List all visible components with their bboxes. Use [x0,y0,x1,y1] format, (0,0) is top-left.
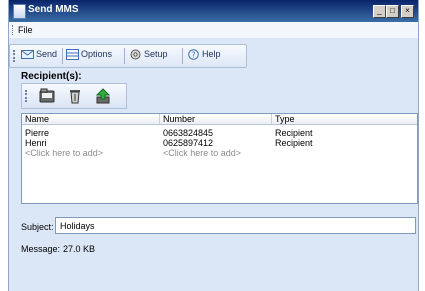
trash-icon[interactable] [66,87,84,105]
column-header-type[interactable]: Type [272,114,417,125]
toolbar-separator [124,48,125,64]
help-button[interactable]: ? Help [187,49,221,63]
recipients-heading: Recipient(s): [21,71,82,82]
subject-input[interactable] [55,217,416,234]
svg-text:?: ? [191,51,195,60]
help-label: Help [202,49,221,59]
import-arrow-icon[interactable] [94,87,112,105]
recipient-type: Recipient [275,138,313,148]
column-header-name[interactable]: Name [22,114,160,125]
maximize-button[interactable]: □ [386,5,399,18]
toolbar-grip[interactable] [13,50,17,62]
setup-label: Setup [144,49,168,59]
recipient-name: Pierre [25,128,50,138]
send-button[interactable]: Send [21,49,57,63]
menu-file[interactable]: File [18,25,33,35]
send-envelope-icon [21,50,34,60]
send-label: Send [36,49,58,59]
title-bar[interactable]: Send MMS _ □ × [9,0,418,22]
recipient-number: 0625897412 [163,138,214,148]
menu-grip[interactable] [12,25,15,35]
setup-gear-icon [130,49,141,60]
column-header-number[interactable]: Number [160,114,272,125]
recipient-list[interactable]: Name Number Type Pierre 0663824845 Recip… [21,113,418,204]
recipient-toolbar [21,83,127,109]
main-toolbar: Send Options Setup ? Help [9,44,247,68]
recipient-toolbar-grip[interactable] [25,90,29,102]
minimize-button[interactable]: _ [373,5,386,18]
close-button[interactable]: × [401,5,414,18]
add-name-placeholder[interactable]: <Click here to add> [25,148,103,158]
recipient-name: Henri [25,138,47,148]
app-icon [13,4,26,19]
options-grid-icon [66,49,79,61]
toolbar-separator [62,48,63,64]
phonebook-icon[interactable] [38,87,56,105]
subject-label: Subject: [21,222,54,232]
options-button[interactable]: Options [66,49,112,63]
message-label: Message: [21,244,61,254]
window-title: Send MMS [28,4,79,15]
help-question-icon: ? [188,49,199,60]
options-label: Options [81,49,113,59]
toolbar-separator [182,48,183,64]
send-mms-window: Send MMS _ □ × File Send Options Setup ?… [8,0,419,291]
menu-bar: File [9,22,418,38]
message-size: 27.0 KB [63,244,96,254]
add-number-placeholder[interactable]: <Click here to add> [163,148,241,158]
setup-button[interactable]: Setup [129,49,168,63]
recipient-type: Recipient [275,128,313,138]
recipient-number: 0663824845 [163,128,214,138]
